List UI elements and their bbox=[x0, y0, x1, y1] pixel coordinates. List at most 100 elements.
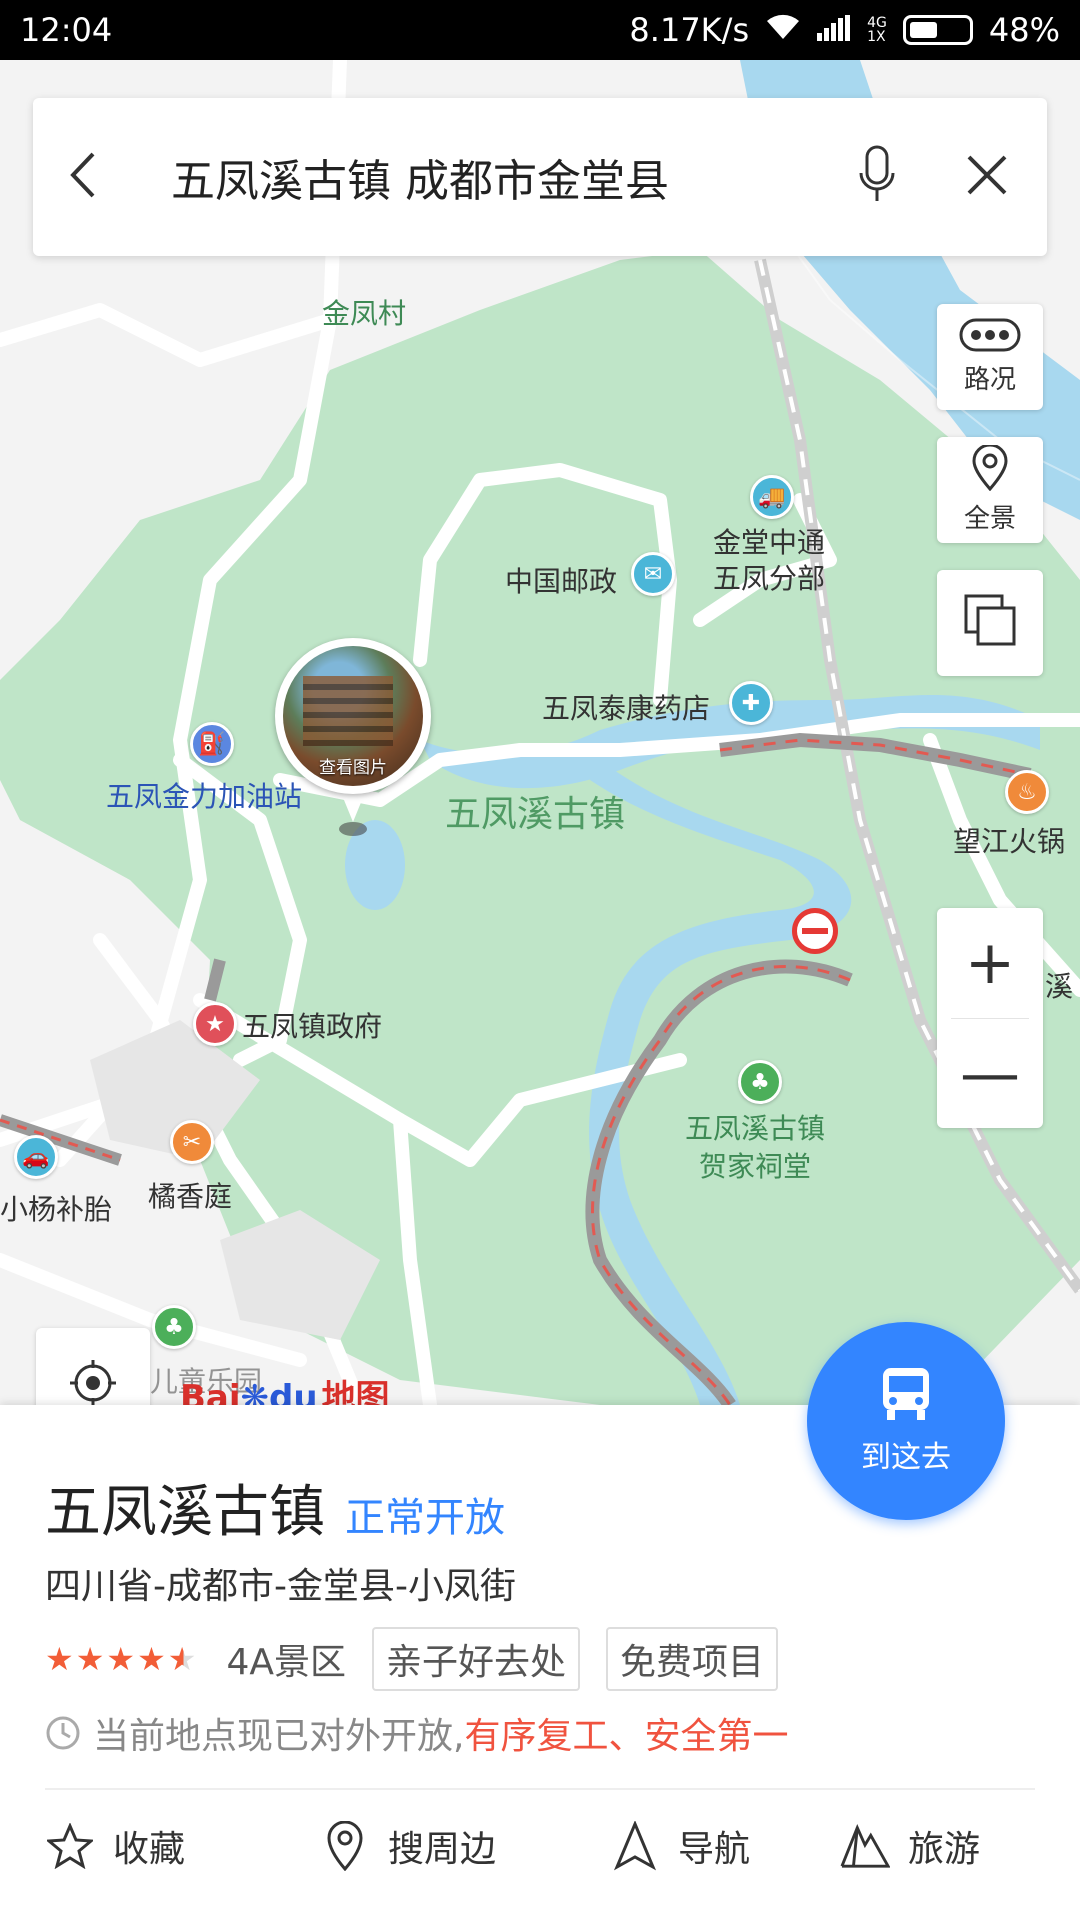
back-arrow-icon bbox=[69, 150, 97, 204]
bus-icon bbox=[879, 1366, 933, 1426]
navigation-arrow-icon bbox=[610, 1821, 660, 1871]
map-label-river-partial: 溪 bbox=[1045, 970, 1074, 1003]
map-label-restaurant[interactable]: 橘香庭 bbox=[148, 1175, 232, 1215]
star-icon: ★ bbox=[75, 1640, 105, 1678]
battery-fill bbox=[909, 22, 937, 38]
network-type: 4G 1X bbox=[867, 16, 887, 44]
travel-label: 旅游 bbox=[908, 1829, 981, 1870]
rating-stars: ★ ★ ★ ★ ★ bbox=[45, 1643, 196, 1675]
nearby-label: 搜周边 bbox=[388, 1829, 497, 1870]
baidu-paw-icon: ❋ bbox=[240, 1378, 270, 1405]
map-label-pharmacy[interactable]: 五凤泰康药店 bbox=[542, 687, 710, 727]
travel-button[interactable]: 旅游 bbox=[840, 1820, 1035, 1872]
zoom-in-button[interactable]: + bbox=[937, 908, 1043, 1018]
marker-shadow bbox=[339, 822, 367, 836]
app-root: 12:04 8.17K/s 4G 1X 48% 金凤村 中国邮政 金堂中通 五凤… bbox=[0, 0, 1080, 1920]
tag-free[interactable]: 免费项目 bbox=[606, 1627, 779, 1691]
status-bar: 12:04 8.17K/s 4G 1X 48% bbox=[0, 0, 1080, 60]
panel-divider bbox=[45, 1788, 1035, 1790]
traffic-button[interactable]: 路况 bbox=[937, 304, 1043, 410]
map-view[interactable]: 金凤村 中国邮政 金堂中通 五凤分部 五凤泰康药店 五凤金力加油站 五凤溪古镇 … bbox=[0, 60, 1080, 1405]
gov-poi-icon[interactable]: ★ bbox=[193, 1002, 237, 1046]
logo-du: du bbox=[269, 1378, 318, 1405]
zoom-out-button[interactable]: — bbox=[937, 1019, 1043, 1129]
search-bar: 五凤溪古镇 成都市金堂县 bbox=[33, 98, 1047, 256]
panorama-label: 全景 bbox=[963, 504, 1016, 534]
restaurant-poi-icon[interactable]: ✂ bbox=[170, 1120, 214, 1164]
traffic-icon bbox=[959, 318, 1021, 359]
navigate-button[interactable]: 导航 bbox=[610, 1820, 840, 1872]
go-here-label: 到这去 bbox=[861, 1440, 951, 1475]
place-name: 五凤溪古镇 bbox=[45, 1480, 325, 1545]
panorama-icon bbox=[970, 443, 1010, 498]
hotpot-poi-icon[interactable]: ♨ bbox=[1005, 770, 1049, 814]
search-input[interactable]: 五凤溪古镇 成都市金堂县 bbox=[171, 145, 847, 209]
traffic-label: 路况 bbox=[963, 365, 1016, 395]
gas-station-poi-icon[interactable]: ⛽ bbox=[190, 722, 234, 766]
tag-family[interactable]: 亲子好去处 bbox=[371, 1627, 580, 1691]
kids-park-poi-icon[interactable]: ♣ bbox=[152, 1305, 196, 1349]
notice-text: 当前地点现已对外开放, bbox=[93, 1716, 465, 1757]
close-icon bbox=[965, 153, 1009, 201]
clear-search-button[interactable] bbox=[957, 147, 1017, 207]
marker-photo[interactable]: 查看图片 bbox=[275, 638, 431, 794]
status-right: 8.17K/s 4G 1X 48% bbox=[629, 11, 1060, 49]
back-button[interactable] bbox=[63, 147, 103, 207]
clock-icon bbox=[45, 1715, 81, 1751]
locate-icon bbox=[68, 1358, 118, 1405]
zoom-control: + — bbox=[937, 908, 1043, 1128]
network-speed: 8.17K/s bbox=[629, 11, 750, 49]
network-type-top: 4G bbox=[867, 15, 887, 31]
map-label-town[interactable]: 五凤溪古镇 bbox=[445, 785, 625, 837]
baidu-map-logo: Bai❋du 地图 bbox=[180, 1370, 390, 1405]
network-type-bottom: 1X bbox=[867, 29, 886, 45]
photo-marker[interactable]: 查看图片 bbox=[275, 638, 431, 848]
notice-highlight: 有序复工、安全第一 bbox=[464, 1716, 789, 1757]
place-address: 四川省-成都市-金堂县-小凤街 bbox=[45, 1566, 516, 1607]
star-icon: ★ bbox=[137, 1640, 166, 1678]
map-label-gov[interactable]: 五凤镇政府 bbox=[242, 1005, 382, 1045]
open-notice: 当前地点现已对外开放, 有序复工、安全第一 bbox=[45, 1707, 788, 1759]
view-photo-caption: 查看图片 bbox=[319, 758, 387, 778]
map-label-express[interactable]: 金堂中通 五凤分部 bbox=[713, 525, 825, 597]
car-poi-icon[interactable]: 🚗 bbox=[14, 1135, 58, 1179]
battery-icon bbox=[902, 15, 973, 45]
wifi-icon bbox=[765, 11, 801, 49]
logo-bai: Bai bbox=[180, 1378, 241, 1405]
panorama-button[interactable]: 全景 bbox=[937, 437, 1043, 543]
layers-button[interactable] bbox=[937, 570, 1043, 676]
map-label-gas-station[interactable]: 五凤金力加油站 bbox=[106, 775, 302, 815]
navigate-label: 导航 bbox=[678, 1829, 751, 1870]
map-label-village[interactable]: 金凤村 bbox=[322, 292, 406, 332]
map-label-hotpot[interactable]: 望江火锅 bbox=[953, 820, 1065, 860]
scenic-photo-image: 查看图片 bbox=[283, 646, 423, 786]
signal-icon bbox=[817, 11, 851, 49]
scenic-level: 4A景区 bbox=[226, 1642, 346, 1683]
star-icon: ★ bbox=[45, 1640, 74, 1678]
action-bar: 收藏 搜周边 导航 旅游 bbox=[45, 1820, 1035, 1872]
search-nearby-button[interactable]: 搜周边 bbox=[320, 1820, 610, 1872]
post-poi-icon[interactable]: ✉ bbox=[631, 552, 675, 596]
map-label-tire[interactable]: 小杨补胎 bbox=[0, 1188, 112, 1228]
favorite-button[interactable]: 收藏 bbox=[45, 1820, 320, 1872]
map-label-post[interactable]: 中国邮政 bbox=[505, 560, 617, 600]
express-poi-icon[interactable]: 🚚 bbox=[750, 475, 794, 519]
status-time: 12:04 bbox=[20, 11, 113, 49]
go-here-button[interactable]: 到这去 bbox=[807, 1322, 1005, 1520]
star-icon: ★ bbox=[106, 1640, 136, 1678]
park-poi-icon[interactable]: ♣ bbox=[738, 1060, 782, 1104]
road-closed-icon[interactable] bbox=[792, 908, 838, 954]
locate-button[interactable] bbox=[36, 1328, 150, 1405]
location-pin-icon bbox=[320, 1821, 370, 1871]
battery-percent: 48% bbox=[988, 11, 1060, 49]
open-status: 正常开放 bbox=[345, 1495, 505, 1541]
mountain-icon bbox=[840, 1821, 890, 1871]
favorite-label: 收藏 bbox=[113, 1829, 186, 1870]
map-label-ancestral-hall[interactable]: 五凤溪古镇 贺家祠堂 bbox=[685, 1110, 825, 1186]
rating-row: ★ ★ ★ ★ ★ 4A景区 亲子好去处 免费项目 bbox=[45, 1627, 779, 1691]
half-star-icon: ★ bbox=[167, 1640, 197, 1678]
voice-search-button[interactable] bbox=[847, 142, 907, 212]
place-title-row: 五凤溪古镇 正常开放 bbox=[45, 1467, 505, 1548]
logo-ditu: 地图 bbox=[321, 1378, 390, 1405]
pharmacy-poi-icon[interactable]: ✚ bbox=[729, 681, 773, 725]
